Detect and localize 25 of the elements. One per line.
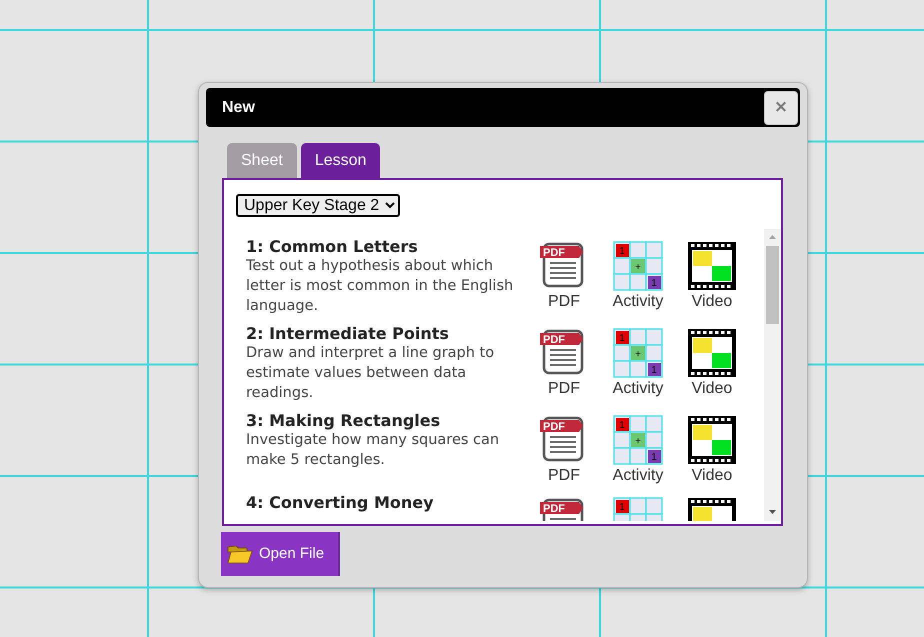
resource-label[interactable]: PDF bbox=[548, 293, 580, 311]
resource-label[interactable]: Video bbox=[692, 293, 732, 311]
window-title: New bbox=[222, 98, 255, 118]
lesson-title: 3: Making Rectangles bbox=[246, 411, 442, 430]
film-icon[interactable] bbox=[687, 241, 737, 291]
tab[interactable]: Lesson bbox=[300, 143, 380, 178]
folder-icon bbox=[227, 543, 253, 565]
lesson-title: 4: Converting Money bbox=[246, 493, 435, 512]
lesson-title: 1: Common Letters bbox=[246, 237, 419, 256]
lesson-description: Test out a hypothesis about which letter is most common in the English language. bbox=[246, 257, 514, 316]
lesson-title: 2: Intermediate Points bbox=[246, 324, 450, 343]
close-button[interactable]: × bbox=[764, 90, 798, 124]
resource-label[interactable]: Activity bbox=[612, 467, 664, 485]
film-icon[interactable] bbox=[687, 328, 737, 378]
resource-label[interactable]: PDF bbox=[548, 380, 580, 398]
lesson-description: Draw and interpret a line graph to estimate values between data readings. bbox=[246, 344, 496, 403]
stage-select[interactable]: Upper Key Stage 2 bbox=[236, 194, 400, 217]
resource-label[interactable]: Activity bbox=[612, 380, 664, 398]
resource-label[interactable]: Activity bbox=[612, 293, 664, 311]
resource-label[interactable]: Video bbox=[692, 380, 732, 398]
lesson-description: Investigate how many squares can make 5 rectangles. bbox=[246, 431, 500, 470]
open-file-button[interactable]: Open File bbox=[221, 532, 340, 576]
film-icon[interactable] bbox=[687, 415, 737, 465]
resource-label[interactable]: PDF bbox=[548, 467, 580, 485]
resource-label[interactable]: Video bbox=[692, 467, 732, 485]
